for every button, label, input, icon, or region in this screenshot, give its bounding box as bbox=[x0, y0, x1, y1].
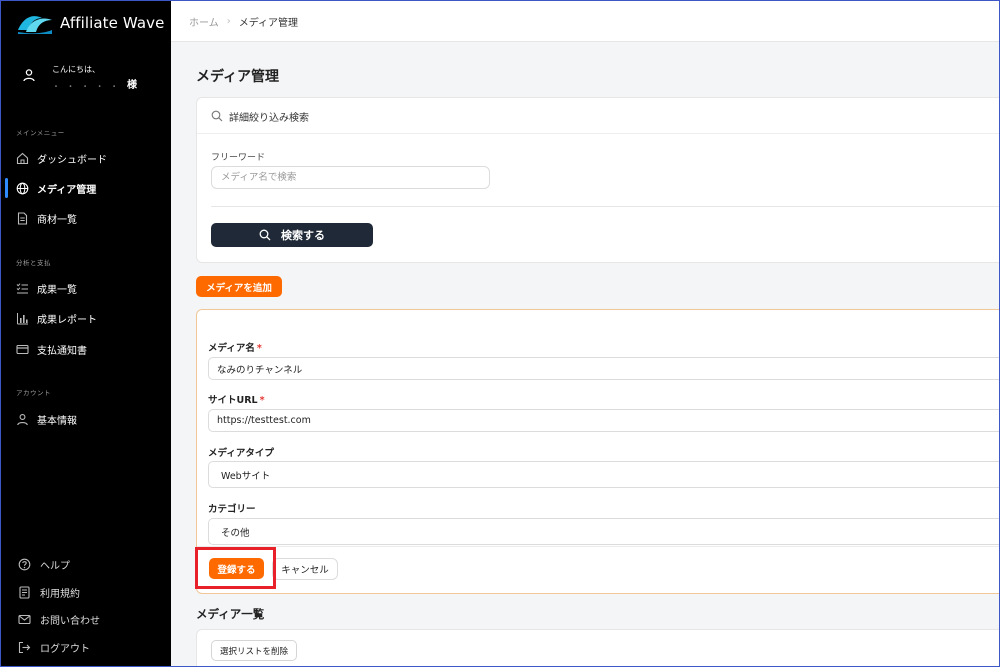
delete-selected-button[interactable]: 選択リストを削除 bbox=[211, 640, 297, 661]
cancel-button[interactable]: キャンセル bbox=[272, 558, 338, 580]
sidebar-item-dashboard[interactable]: ダッシュボード bbox=[0, 146, 171, 170]
user-greeting: こんにちは、 ・ ・ ・ ・ ・ 様 bbox=[0, 60, 171, 104]
media-name-label: メディア名 * bbox=[208, 343, 262, 354]
search-button[interactable]: 検索する bbox=[211, 223, 373, 247]
wave-logo-icon bbox=[18, 16, 52, 34]
sidebar-item-label: ヘルプ bbox=[40, 560, 70, 572]
divider bbox=[211, 206, 1000, 207]
sidebar-item-report[interactable]: 成果レポート bbox=[0, 306, 171, 330]
sidebar-item-label: 成果一覧 bbox=[37, 284, 77, 296]
media-list-panel: 選択リストを削除 bbox=[196, 629, 1000, 667]
section-label-analytics: 分析と支払 bbox=[16, 259, 51, 267]
user-name: ・ ・ ・ ・ ・ bbox=[52, 82, 121, 91]
sidebar-item-media[interactable]: メディア管理 bbox=[0, 176, 171, 200]
breadcrumb: ホーム › メディア管理 bbox=[189, 14, 298, 29]
sidebar-item-terms[interactable]: 利用規約 bbox=[0, 581, 171, 603]
sidebar-item-help[interactable]: ヘルプ bbox=[0, 553, 171, 575]
sidebar-item-label: 基本情報 bbox=[37, 415, 77, 427]
breadcrumb-home-link[interactable]: ホーム bbox=[189, 14, 219, 29]
sidebar-item-label: ダッシュボード bbox=[37, 154, 107, 166]
media-name-input[interactable]: なみのりチャンネル bbox=[208, 357, 1000, 380]
sidebar-item-label: メディア管理 bbox=[37, 184, 97, 196]
search-panel-header[interactable]: 詳細絞り込み検索 bbox=[197, 98, 1000, 134]
brand-name: Affiliate Wave bbox=[60, 14, 165, 32]
search-icon bbox=[259, 229, 271, 241]
required-mark: * bbox=[256, 343, 262, 354]
user-icon bbox=[15, 412, 29, 426]
help-icon bbox=[17, 557, 31, 571]
sidebar-item-results[interactable]: 成果一覧 bbox=[0, 276, 171, 300]
chevron-right-icon: › bbox=[226, 16, 231, 27]
sidebar: Affiliate Wave こんにちは、 ・ ・ ・ ・ ・ 様 メインメニュ… bbox=[0, 0, 171, 667]
user-icon bbox=[23, 69, 35, 82]
category-select[interactable]: その他 bbox=[208, 518, 1000, 545]
document-icon bbox=[15, 211, 29, 225]
sidebar-item-logout[interactable]: ログアウト bbox=[0, 636, 171, 658]
home-icon bbox=[15, 151, 29, 165]
sidebar-item-label: お問い合わせ bbox=[40, 615, 100, 627]
divider bbox=[197, 546, 1000, 547]
terms-icon bbox=[17, 585, 31, 599]
sidebar-item-contact[interactable]: お問い合わせ bbox=[0, 608, 171, 630]
search-button-label: 検索する bbox=[281, 229, 325, 242]
sidebar-item-label: 利用規約 bbox=[40, 588, 80, 600]
sidebar-item-products[interactable]: 商材一覧 bbox=[0, 206, 171, 230]
sidebar-item-payment[interactable]: 支払通知書 bbox=[0, 337, 171, 361]
free-word-label: フリーワード bbox=[211, 153, 266, 163]
user-honorific: 様 bbox=[127, 80, 137, 91]
add-media-button[interactable]: メディアを追加 bbox=[196, 276, 282, 297]
section-label-main: メインメニュー bbox=[16, 129, 65, 137]
media-type-label: メディアタイプ bbox=[208, 448, 274, 459]
mail-icon bbox=[17, 612, 31, 626]
free-word-input[interactable] bbox=[211, 166, 490, 189]
search-panel: 詳細絞り込み検索 フリーワード 検索する bbox=[196, 97, 1000, 263]
site-url-input[interactable]: https://testtest.com bbox=[208, 409, 1000, 432]
sidebar-item-label: 商材一覧 bbox=[37, 214, 77, 226]
section-label-account: アカウント bbox=[16, 389, 51, 397]
sidebar-item-profile[interactable]: 基本情報 bbox=[0, 407, 171, 431]
greeting-text: こんにちは、 bbox=[52, 65, 100, 74]
top-bar: ホーム › メディア管理 bbox=[171, 0, 1000, 42]
media-type-select[interactable]: Webサイト bbox=[208, 461, 1000, 488]
category-label: カテゴリー bbox=[208, 504, 256, 515]
logout-icon bbox=[17, 640, 31, 654]
bar-chart-icon bbox=[15, 311, 29, 325]
media-list-title: メディア一覧 bbox=[196, 607, 265, 621]
sidebar-item-label: ログアウト bbox=[40, 643, 90, 655]
breadcrumb-current: メディア管理 bbox=[238, 18, 299, 29]
globe-icon bbox=[15, 181, 29, 195]
media-form: メディア名 * なみのりチャンネル サイトURL * https://testtes… bbox=[196, 309, 1000, 594]
sidebar-item-label: 支払通知書 bbox=[37, 345, 87, 357]
search-panel-title: 詳細絞り込み検索 bbox=[229, 113, 309, 124]
page-title: メディア管理 bbox=[196, 69, 280, 85]
register-button[interactable]: 登録する bbox=[209, 558, 264, 579]
site-url-label: サイトURL * bbox=[208, 395, 265, 406]
search-icon bbox=[211, 110, 223, 122]
brand-logo[interactable]: Affiliate Wave bbox=[16, 10, 164, 36]
list-check-icon bbox=[15, 281, 29, 295]
sidebar-item-label: 成果レポート bbox=[37, 314, 97, 326]
card-icon bbox=[15, 342, 29, 356]
required-mark: * bbox=[259, 395, 265, 406]
